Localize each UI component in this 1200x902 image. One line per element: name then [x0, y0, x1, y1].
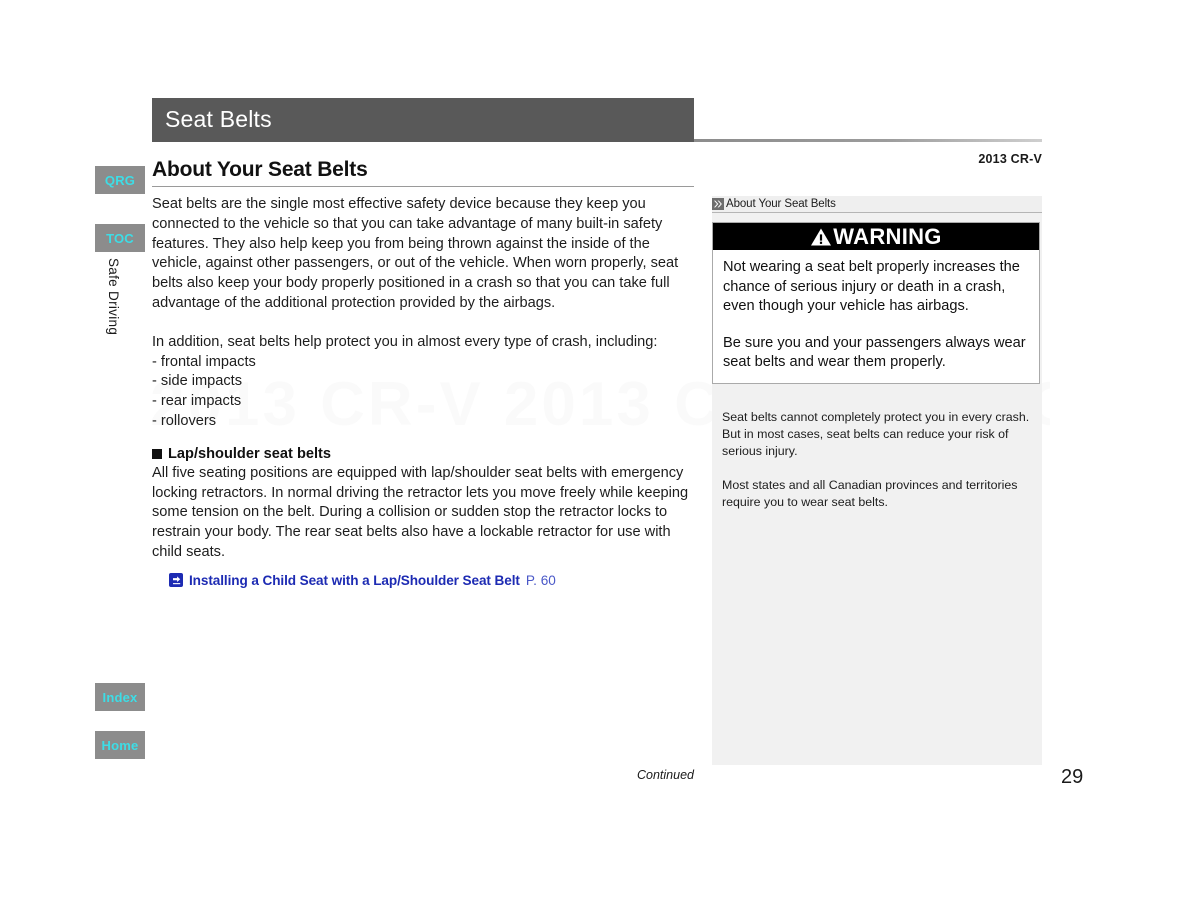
cross-reference-label: Installing a Child Seat with a Lap/Shoul…	[189, 572, 520, 588]
warning-box-body: Not wearing a seat belt properly increas…	[713, 250, 1039, 383]
vertical-chapter-label: Safe Driving	[106, 258, 121, 336]
chapter-header-bar: Seat Belts	[152, 98, 694, 142]
warning-paragraph-1: Not wearing a seat belt properly increas…	[723, 259, 1020, 315]
subsection-heading-label: Lap/shoulder seat belts	[168, 445, 332, 462]
body-paragraph-1: Seat belts are the single most effective…	[152, 196, 679, 311]
sidebar-tab-toc[interactable]: TOC	[95, 224, 145, 252]
body-paragraph-3: All five seating positions are equipped …	[152, 464, 689, 560]
sidebar-tab-index[interactable]: Index	[95, 683, 145, 711]
main-content-column: About Your Seat Belts Seat belts are the…	[152, 157, 694, 588]
warning-paragraph-2: Be sure you and your passengers always w…	[723, 334, 1026, 371]
list-item: - frontal impacts	[152, 353, 256, 370]
sidebar-tab-home-label: Home	[101, 737, 139, 753]
square-bullet-icon	[152, 448, 162, 459]
sidebar-tab-index-label: Index	[102, 689, 138, 705]
warning-box-header: WARNING	[713, 223, 1039, 250]
side-note-1: Seat belts cannot completely protect you…	[722, 410, 1030, 458]
model-label: 2013 CR-V	[978, 152, 1042, 166]
header-rule	[694, 139, 1042, 142]
page-number: 29	[1061, 766, 1084, 788]
chapter-title: Seat Belts	[165, 106, 272, 132]
list-item: - side impacts	[152, 373, 243, 390]
side-note-2: Most states and all Canadian provinces a…	[722, 478, 1018, 509]
warning-title: WARNING	[833, 223, 942, 249]
continued-label: Continued	[637, 768, 694, 782]
side-panel-notes: Seat belts cannot completely protect you…	[722, 409, 1034, 511]
cross-reference-page: P. 60	[525, 572, 556, 588]
section-title-rule	[152, 186, 694, 187]
list-item: - rollovers	[152, 412, 217, 429]
list-item: - rear impacts	[152, 393, 242, 410]
impact-type-list: - frontal impacts - side impacts - rear …	[152, 353, 694, 432]
sidebar-tab-qrg-label: QRG	[104, 172, 136, 188]
body-paragraph-2: In addition, seat belts help protect you…	[152, 333, 658, 350]
sidebar-tab-toc-label: TOC	[106, 230, 134, 246]
warning-triangle-icon	[810, 227, 832, 247]
arrow-right-icon	[169, 573, 183, 588]
warning-box: WARNING Not wearing a seat belt properly…	[712, 222, 1040, 384]
sidebar-tab-qrg[interactable]: QRG	[95, 166, 145, 194]
subsection-heading: Lap/shoulder seat belts	[152, 444, 694, 464]
side-panel-header-label: About Your Seat Belts	[726, 198, 836, 210]
manual-page: 2013 CR-V 2013 CR-V 2013 CR-V 2013 CR-V …	[0, 0, 1200, 902]
section-title: About Your Seat Belts	[152, 158, 368, 181]
side-panel-header: About Your Seat Belts	[712, 196, 1042, 213]
sidebar-tab-home[interactable]: Home	[95, 731, 145, 759]
cross-reference-link[interactable]: Installing a Child Seat with a Lap/Shoul…	[169, 573, 694, 588]
double-chevron-right-icon	[712, 198, 724, 210]
